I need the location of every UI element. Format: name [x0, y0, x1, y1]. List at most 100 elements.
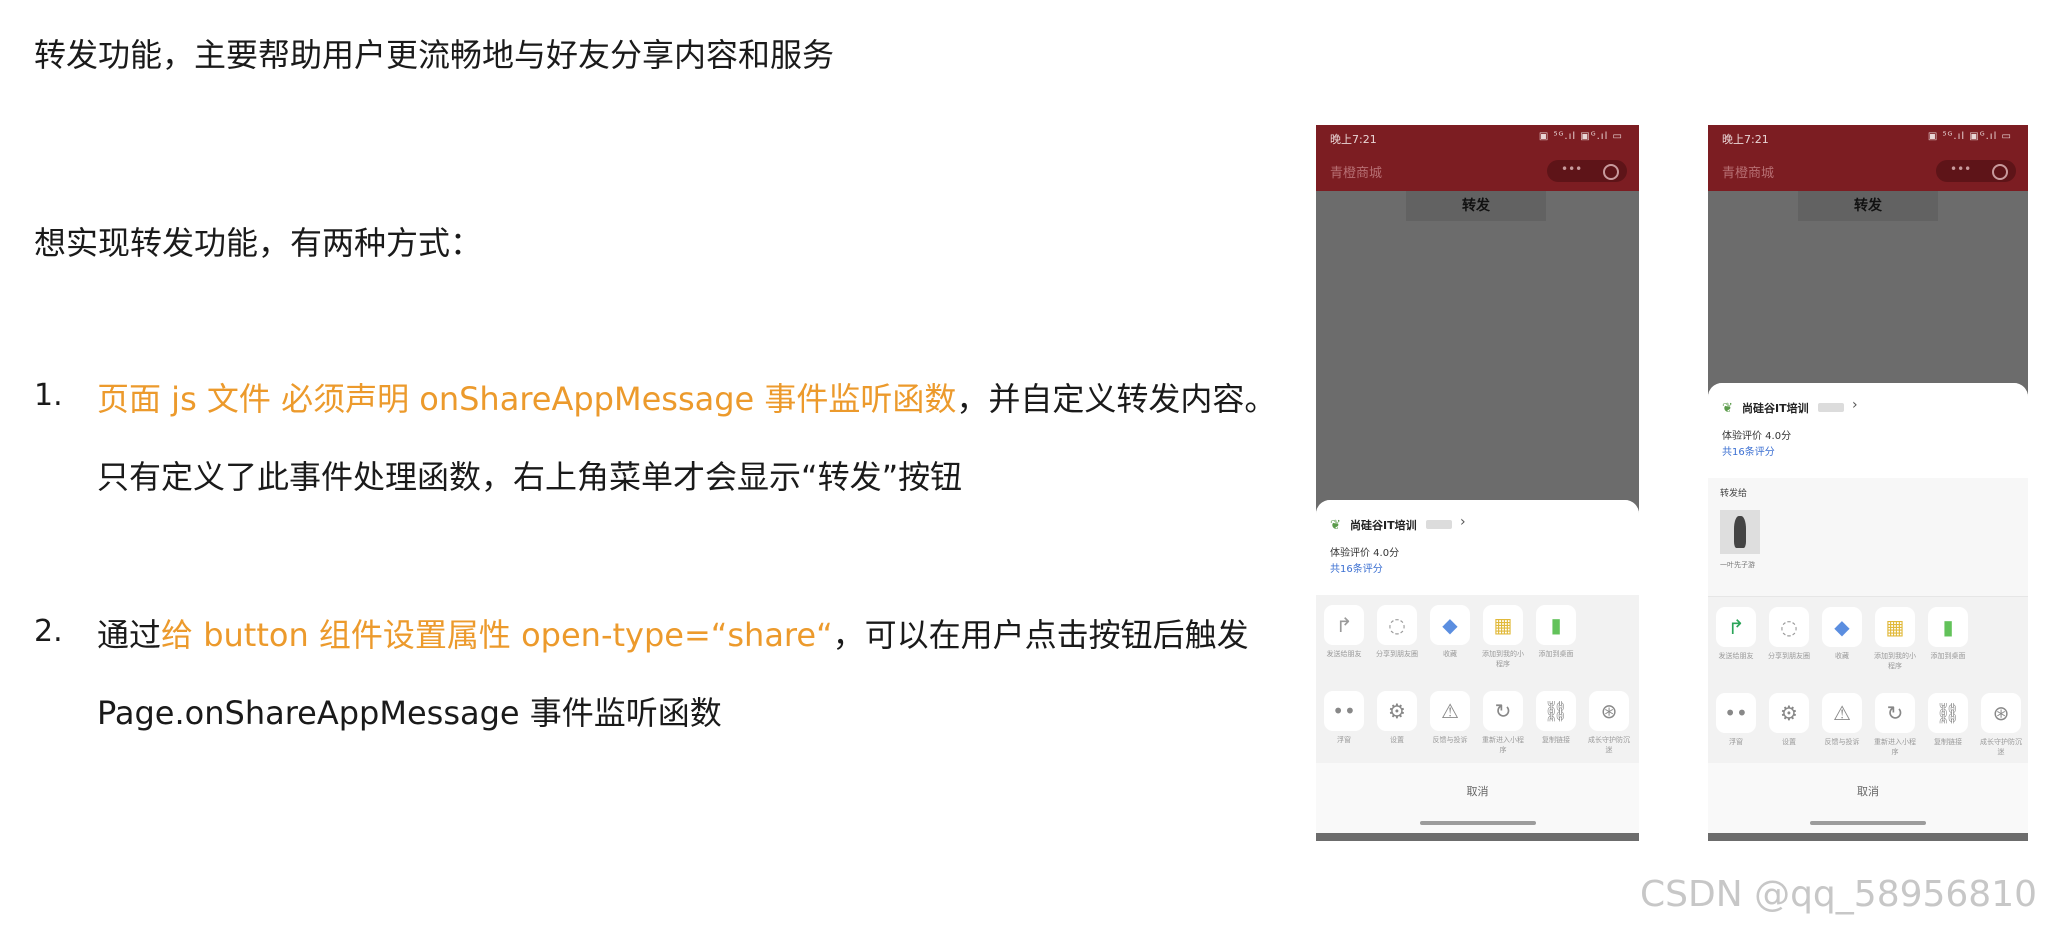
item-1-line-1: 页面 js 文件 必须声明 onShareAppMessage 事件监听函数，并…	[97, 374, 1276, 420]
rating-count-link[interactable]: 共16条评分	[1330, 560, 1383, 575]
close-circle-icon[interactable]	[1603, 164, 1619, 180]
close-circle-icon[interactable]	[1992, 164, 2008, 180]
moments-icon[interactable]: ◌	[1769, 607, 1809, 647]
action-row-2: •• 浮窗 ⚙ 设置 ⚠ 反馈与投诉 ↻ 重新进入小程序 ⛓ 复制链接 ⊛ 成长守护防沉迷	[1316, 681, 1639, 767]
action-label: 收藏	[1835, 652, 1849, 660]
item-2-prefix: 通过	[97, 616, 162, 654]
intro-text: 转发功能，主要帮助用户更流畅地与好友分享内容和服务	[34, 36, 835, 74]
capsule-menu[interactable]: •••	[1547, 160, 1627, 182]
action-label: 成长守护防沉迷	[1980, 738, 2022, 756]
ways-heading: 想实现转发功能，有两种方式：	[34, 224, 483, 262]
action-label: 添加到我的小程序	[1874, 652, 1916, 670]
chevron-right-icon[interactable]: ›	[1460, 514, 1466, 530]
item-1-rest: ，并自定义转发内容。	[956, 380, 1277, 418]
link-icon[interactable]: ⛓	[1536, 691, 1576, 731]
action-label: 设置	[1390, 736, 1404, 744]
phone-screenshot-1: 晚上7:21 ▣ ⁵ᴳ.ıl ▣ᴳ.ıl ▭ 青橙商城 ••• 转发 ❦ 尚硅谷…	[1316, 125, 1639, 841]
action-row-2: •• 浮窗 ⚙ 设置 ⚠ 反馈与投诉 ↻ 重新进入小程序 ⛓ 复制链接 ⊛ 成长守护防沉迷	[1708, 683, 2028, 769]
action-label: 设置	[1782, 738, 1796, 746]
brand-logo-icon: ❦	[1330, 518, 1341, 533]
friends-section: 转发给 一叶先子游	[1708, 478, 2028, 597]
link-icon[interactable]: ⛓	[1928, 693, 1968, 733]
action-label: 添加到我的小程序	[1482, 650, 1524, 668]
warning-icon[interactable]: ⚠	[1822, 693, 1862, 733]
forward-icon[interactable]: ↱	[1716, 607, 1756, 647]
action-label: 添加到桌面	[1538, 650, 1574, 658]
item-2-line-2: Page.onShareAppMessage 事件监听函数	[97, 694, 722, 732]
desktop-icon[interactable]: ▮	[1928, 607, 1968, 647]
friend-avatar[interactable]	[1720, 510, 1760, 554]
protect-icon[interactable]: ⊛	[1589, 691, 1629, 731]
item-2-line-1: 通过给 button 组件设置属性 open-type=“share“，可以在用…	[97, 610, 1249, 656]
share-button[interactable]: 转发	[1406, 191, 1546, 221]
home-indicator	[1810, 821, 1926, 825]
friends-label: 转发给	[1720, 489, 1748, 499]
watermark: CSDN @qq_58956810	[1640, 874, 2038, 915]
refresh-icon[interactable]: ↻	[1483, 691, 1523, 731]
rating-text: 体验评价 4.0分	[1722, 431, 1792, 442]
action-label: 发送给朋友	[1326, 650, 1362, 658]
brand-logo-icon: ❦	[1722, 401, 1733, 416]
item-1-line-2: 只有定义了此事件处理函数，右上角菜单才会显示“转发”按钮	[97, 458, 963, 496]
status-bar: 晚上7:21 ▣ ⁵ᴳ.ıl ▣ᴳ.ıl ▭ 青橙商城 •••	[1708, 125, 2028, 191]
grid-icon[interactable]: ▦	[1483, 605, 1523, 645]
action-label: 浮窗	[1337, 736, 1351, 744]
action-label: 分享到朋友圈	[1768, 652, 1810, 660]
phone-screenshot-2: 晚上7:21 ▣ ⁵ᴳ.ıl ▣ᴳ.ıl ▭ 青橙商城 ••• 转发 ❦ 尚硅谷…	[1708, 125, 2028, 841]
status-time: 晚上7:21	[1722, 133, 1769, 146]
settings-icon[interactable]: ⚙	[1377, 691, 1417, 731]
brand-name[interactable]: 尚硅谷IT培训	[1742, 400, 1809, 416]
home-indicator	[1419, 821, 1536, 825]
cancel-label: 取消	[1857, 785, 1879, 798]
cancel-button[interactable]: 取消	[1708, 763, 2028, 833]
brand-name[interactable]: 尚硅谷IT培训	[1350, 517, 1417, 533]
signal-icon: ▣ ⁵ᴳ.ıl ▣ᴳ.ıl ▭	[1927, 131, 2012, 142]
badge	[1426, 520, 1452, 529]
share-sheet: ❦ 尚硅谷IT培训 › 体验评价 4.0分 共16条评分 ↱ 发送给朋友 ◌ 分享到朋…	[1316, 500, 1639, 833]
action-label: 添加到桌面	[1930, 652, 1966, 660]
capsule-menu[interactable]: •••	[1936, 160, 2016, 182]
signal-icon: ▣ ⁵ᴳ.ıl ▣ᴳ.ıl ▭	[1538, 131, 1623, 142]
settings-icon[interactable]: ⚙	[1769, 693, 1809, 733]
rating-count-link[interactable]: 共16条评分	[1722, 443, 1775, 458]
status-time: 晚上7:21	[1330, 133, 1377, 146]
share-sheet: ❦ 尚硅谷IT培训 › 体验评价 4.0分 共16条评分 转发给 一叶先子游 ↱…	[1708, 383, 2028, 833]
more-icon[interactable]: ••	[1716, 693, 1756, 733]
app-title: 青橙商城	[1722, 166, 1775, 181]
item-1-highlight: 页面 js 文件 必须声明 onShareAppMessage 事件监听函数	[97, 380, 957, 418]
action-row-1: ↱ 发送给朋友 ◌ 分享到朋友圈 ◆ 收藏 ▦ 添加到我的小程序 ▮ 添加到桌面	[1316, 595, 1639, 681]
friend-name: 一叶先子游	[1720, 561, 1755, 569]
action-label: 成长守护防沉迷	[1588, 736, 1630, 754]
item-2-number: 2.	[34, 614, 63, 649]
warning-icon[interactable]: ⚠	[1430, 691, 1470, 731]
action-label: 反馈与投诉	[1432, 736, 1468, 744]
sheet-header: ❦ 尚硅谷IT培训 › 体验评价 4.0分 共16条评分	[1316, 500, 1639, 595]
forward-icon[interactable]: ↱	[1324, 605, 1364, 645]
moments-icon[interactable]: ◌	[1377, 605, 1417, 645]
more-dots-icon[interactable]: •••	[1561, 162, 1582, 176]
share-button[interactable]: 转发	[1798, 191, 1938, 221]
cube-icon[interactable]: ◆	[1822, 607, 1862, 647]
protect-icon[interactable]: ⊛	[1981, 693, 2021, 733]
more-icon[interactable]: ••	[1324, 691, 1364, 731]
action-label: 复制链接	[1542, 736, 1570, 744]
cube-icon[interactable]: ◆	[1430, 605, 1470, 645]
item-1-number: 1.	[34, 378, 63, 413]
rating-text: 体验评价 4.0分	[1330, 548, 1400, 559]
action-label: 分享到朋友圈	[1376, 650, 1418, 658]
refresh-icon[interactable]: ↻	[1875, 693, 1915, 733]
sheet-header: ❦ 尚硅谷IT培训 › 体验评价 4.0分 共16条评分	[1708, 383, 2028, 478]
desktop-icon[interactable]: ▮	[1536, 605, 1576, 645]
item-2-highlight: 给 button 组件设置属性 open-type=“share“	[161, 616, 833, 654]
action-label: 发送给朋友	[1718, 652, 1754, 660]
action-label: 重新进入小程序	[1874, 738, 1916, 756]
action-label: 重新进入小程序	[1482, 736, 1524, 754]
status-bar: 晚上7:21 ▣ ⁵ᴳ.ıl ▣ᴳ.ıl ▭ 青橙商城 •••	[1316, 125, 1639, 191]
grid-icon[interactable]: ▦	[1875, 607, 1915, 647]
cancel-button[interactable]: 取消	[1316, 763, 1639, 833]
chevron-right-icon[interactable]: ›	[1852, 397, 1858, 413]
action-label: 复制链接	[1934, 738, 1962, 746]
more-dots-icon[interactable]: •••	[1950, 162, 1971, 176]
app-title: 青橙商城	[1330, 166, 1383, 181]
cancel-label: 取消	[1466, 785, 1489, 798]
